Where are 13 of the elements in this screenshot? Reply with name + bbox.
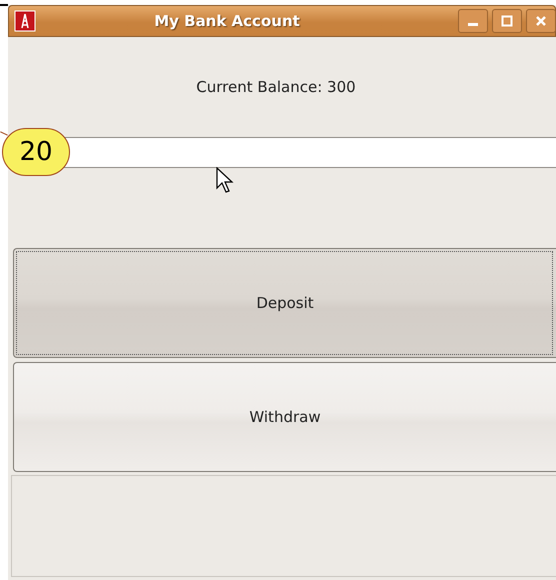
action-button[interactable]: Withdraw [13,362,556,472]
minimize-button[interactable] [458,9,488,33]
maximize-icon [501,15,513,27]
maximize-button[interactable] [492,9,522,33]
close-icon [535,15,547,27]
callout-badge: 20 [2,128,70,176]
close-button[interactable] [526,9,556,33]
window-title: My Bank Account [154,10,300,32]
balance-label: Current Balance: 300 [196,76,356,98]
minimize-icon [468,23,478,26]
pointer-icon [216,167,236,195]
action-button[interactable]: Deposit [13,248,556,358]
app-icon [14,10,36,32]
